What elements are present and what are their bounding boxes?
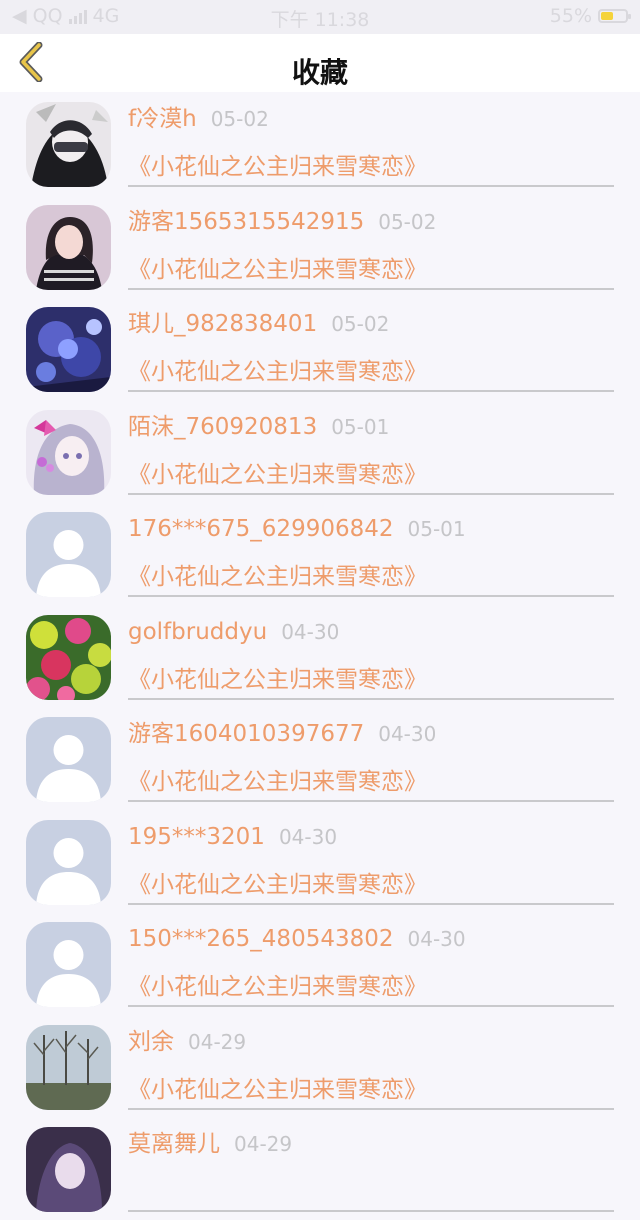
avatar[interactable]: [26, 102, 111, 187]
avatar[interactable]: [26, 1024, 111, 1110]
username[interactable]: 陌沫_760920813: [128, 414, 317, 440]
favorite-item[interactable]: 176***675_629906842 05-01 《小花仙之公主归来雪寒恋》: [0, 502, 640, 605]
status-bar: ◀ QQ 4G 下午 11:38 55%: [0, 0, 640, 34]
divider: [128, 1107, 614, 1110]
username[interactable]: 莫离舞儿: [128, 1131, 220, 1157]
username[interactable]: 游客1565315542915: [128, 209, 364, 235]
status-right: 55%: [549, 5, 631, 27]
divider: [128, 697, 614, 700]
favorite-item[interactable]: 刘余 04-29 《小花仙之公主归来雪寒恋》: [0, 1015, 640, 1118]
username[interactable]: 琪儿_982838401: [128, 311, 317, 337]
divider: [128, 390, 614, 392]
name-line: 150***265_480543802 04-30: [128, 924, 466, 956]
favorite-item[interactable]: 150***265_480543802 04-30 《小花仙之公主归来雪寒恋》: [0, 912, 640, 1015]
name-line: 195***3201 04-30: [128, 822, 337, 854]
divider: [128, 595, 614, 597]
favorite-item[interactable]: 琪儿_982838401 05-02 《小花仙之公主归来雪寒恋》: [0, 297, 640, 400]
date-label: 05-01: [407, 517, 466, 541]
name-line: 游客1565315542915 05-02: [128, 207, 436, 239]
divider: [128, 800, 614, 802]
favorite-title-link[interactable]: 《小花仙之公主归来雪寒恋》: [128, 562, 427, 592]
name-line: 莫离舞儿 04-29: [128, 1129, 292, 1161]
favorite-title-link[interactable]: 《小花仙之公主归来雪寒恋》: [128, 152, 427, 182]
divider: [128, 287, 614, 290]
battery-fill: [601, 12, 613, 20]
name-line: golfbruddyu 04-30: [128, 617, 339, 649]
page-title: 收藏: [291, 56, 348, 89]
divider: [128, 492, 614, 495]
avatar[interactable]: [26, 819, 111, 905]
favorite-title-link[interactable]: 《小花仙之公主归来雪寒恋》: [128, 972, 427, 1002]
name-line: 游客1604010397677 04-30: [128, 719, 436, 751]
favorite-item[interactable]: golfbruddyu 04-30 《小花仙之公主归来雪寒恋》: [0, 605, 640, 708]
username[interactable]: f冷漠h: [128, 106, 197, 132]
divider: [128, 1005, 614, 1007]
name-line: 刘余 04-29: [128, 1027, 246, 1059]
divider: [128, 902, 614, 905]
username[interactable]: golfbruddyu: [128, 619, 267, 645]
status-time: 下午 11:38: [270, 9, 370, 31]
divider: [128, 1210, 614, 1212]
name-line: 陌沫_760920813 05-01: [128, 412, 389, 444]
date-label: 04-29: [234, 1132, 293, 1156]
favorite-title-link[interactable]: 《小花仙之公主归来雪寒恋》: [128, 767, 427, 797]
favorite-item[interactable]: 陌沫_760920813 05-01 《小花仙之公主归来雪寒恋》: [0, 400, 640, 503]
favorite-item[interactable]: 游客1604010397677 04-30 《小花仙之公主归来雪寒恋》: [0, 707, 640, 810]
avatar[interactable]: [26, 307, 111, 392]
username[interactable]: 195***3201: [128, 824, 265, 850]
username[interactable]: 176***675_629906842: [128, 516, 394, 542]
favorite-title-link[interactable]: 《小花仙之公主归来雪寒恋》: [128, 870, 427, 900]
favorite-item[interactable]: f冷漠h 05-02 《小花仙之公主归来雪寒恋》: [0, 92, 640, 195]
avatar[interactable]: [26, 922, 111, 1007]
date-label: 04-30: [278, 824, 338, 849]
favorite-item[interactable]: 195***3201 04-30 《小花仙之公主归来雪寒恋》: [0, 810, 640, 913]
date-label: 04-29: [188, 1029, 247, 1054]
date-label: 04-30: [378, 722, 437, 746]
favorite-title-link[interactable]: 《小花仙之公主归来雪寒恋》: [128, 665, 427, 695]
favorite-title-link[interactable]: 《小花仙之公主归来雪寒恋》: [128, 255, 427, 285]
date-label: 04-30: [407, 927, 466, 951]
favorite-item[interactable]: 莫离舞儿 04-29: [0, 1117, 640, 1220]
favorite-title-link[interactable]: 《小花仙之公主归来雪寒恋》: [128, 357, 427, 387]
battery-icon: [598, 9, 631, 23]
username[interactable]: 150***265_480543802: [128, 926, 394, 952]
name-line: 176***675_629906842 05-01: [128, 514, 466, 546]
avatar[interactable]: [26, 1127, 111, 1212]
divider: [128, 185, 614, 187]
name-line: f冷漠h 05-02: [128, 104, 269, 136]
name-line: 琪儿_982838401 05-02: [128, 309, 389, 341]
avatar[interactable]: [26, 204, 111, 290]
favorite-title-link[interactable]: 《小花仙之公主归来雪寒恋》: [128, 1075, 427, 1105]
avatar[interactable]: [26, 717, 111, 802]
date-label: 05-01: [331, 414, 390, 439]
avatar[interactable]: [26, 409, 111, 495]
date-label: 04-30: [281, 619, 340, 644]
username[interactable]: 刘余: [128, 1029, 174, 1055]
favorite-title-link[interactable]: 《小花仙之公主归来雪寒恋》: [128, 460, 427, 490]
nav-bar: 收藏: [0, 34, 640, 92]
avatar[interactable]: [26, 512, 111, 597]
date-label: 05-02: [210, 107, 269, 131]
avatar[interactable]: [26, 614, 111, 700]
username[interactable]: 游客1604010397677: [128, 721, 364, 747]
favorite-item[interactable]: 游客1565315542915 05-02 《小花仙之公主归来雪寒恋》: [0, 195, 640, 298]
battery-percent: 55%: [549, 5, 592, 27]
date-label: 05-02: [378, 209, 437, 234]
date-label: 05-02: [331, 312, 390, 336]
